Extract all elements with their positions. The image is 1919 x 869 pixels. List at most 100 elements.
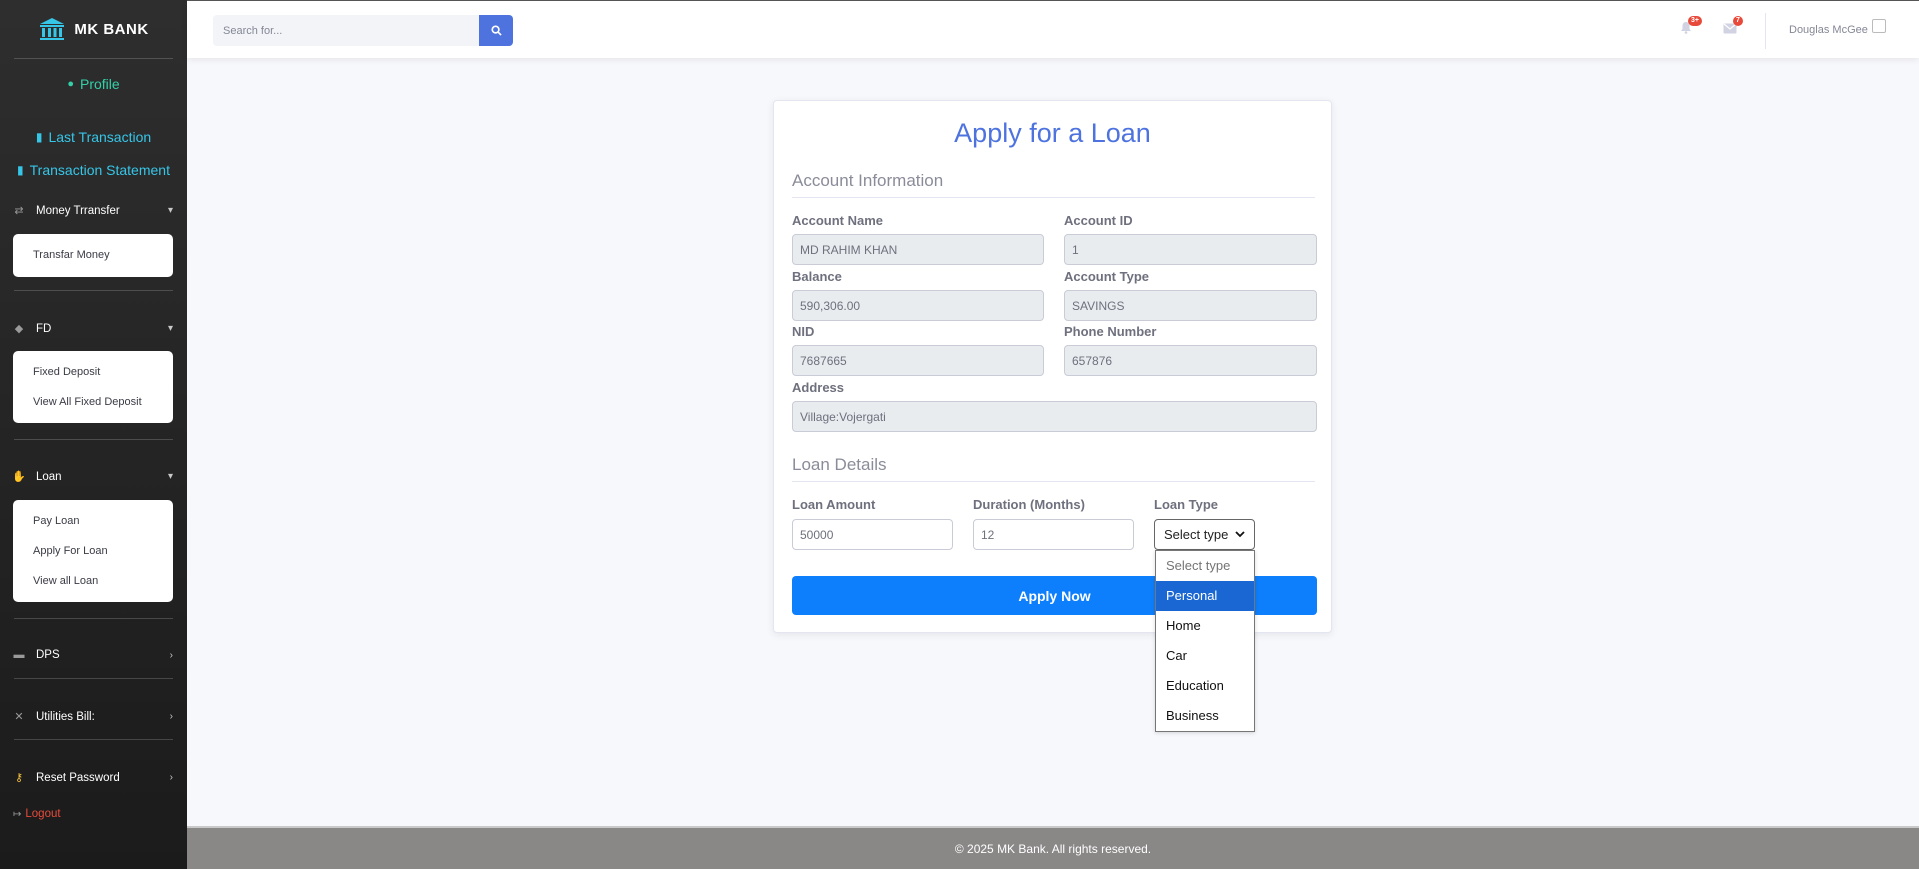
- divider: [14, 739, 173, 740]
- submenu-item-view-all-loan[interactable]: View all Loan: [13, 566, 173, 596]
- balance-field: 590,306.00: [792, 290, 1044, 321]
- search-input[interactable]: [213, 15, 479, 46]
- file-icon: ▮: [17, 163, 24, 177]
- chevron-down-icon: ▾: [167, 205, 173, 216]
- account-name-label: Account Name: [792, 213, 884, 228]
- alerts-button[interactable]: 3+: [1680, 16, 1702, 39]
- loan-amount-input[interactable]: 50000: [792, 519, 953, 550]
- option-select-type[interactable]: Select type: [1156, 551, 1254, 581]
- sidebar-item-loan[interactable]: ✋ Loan ▾: [12, 470, 173, 484]
- tools-icon: ✕: [14, 711, 24, 723]
- chevron-right-icon: ›: [169, 711, 173, 722]
- brand-name: MK BANK: [74, 20, 149, 38]
- divider: [14, 439, 173, 440]
- chevron-right-icon: ›: [169, 772, 173, 783]
- divider: [14, 678, 173, 679]
- money-transfer-submenu: Transfar Money: [13, 234, 173, 277]
- search-button[interactable]: [479, 15, 513, 46]
- sidebar-item-label: Transaction Statement: [29, 162, 170, 178]
- search-bar: [213, 15, 513, 46]
- user-name[interactable]: Douglas McGee: [1789, 24, 1868, 36]
- sidebar-item-transaction-statement[interactable]: ▮ Transaction Statement: [0, 162, 187, 178]
- loan-type-value: Select type: [1164, 527, 1229, 542]
- option-home[interactable]: Home: [1156, 611, 1254, 641]
- nid-label: NID: [792, 324, 815, 339]
- loan-submenu: Pay Loan Apply For Loan View all Loan: [13, 500, 173, 602]
- sidebar-item-label: DPS: [36, 649, 60, 661]
- loan-type-select[interactable]: Select type: [1154, 519, 1255, 550]
- sidebar-item-money-transfer[interactable]: ⇄ Money Trransfer ▾: [12, 204, 173, 218]
- submenu-item-view-all-fixed-deposit[interactable]: View All Fixed Deposit: [13, 387, 173, 417]
- loan-details-heading: Loan Details: [792, 455, 1315, 482]
- submenu-item-transfer-money[interactable]: Transfar Money: [13, 240, 173, 270]
- account-type-label: Account Type: [1064, 269, 1149, 284]
- sidebar-item-label: Last Transaction: [48, 129, 152, 145]
- address-field: Village:Vojergati: [792, 401, 1317, 432]
- duration-input[interactable]: 12: [973, 519, 1134, 550]
- alerts-badge: 3+: [1688, 16, 1702, 26]
- logout-link[interactable]: ↦ Logout: [13, 808, 61, 820]
- search-icon: [490, 25, 502, 36]
- submenu-item-pay-loan[interactable]: Pay Loan: [13, 506, 173, 536]
- sidebar-item-dps[interactable]: ▬ DPS ›: [12, 649, 174, 661]
- sidebar-item-label: Reset Password: [36, 771, 120, 784]
- chevron-right-icon: ›: [169, 649, 173, 661]
- sidebar-item-fd[interactable]: ◆ FD ▾: [12, 322, 173, 336]
- wallet-icon: ▬: [13, 649, 25, 661]
- copyright-text: © 2025 MK Bank. All rights reserved.: [954, 841, 1152, 856]
- balance-label: Balance: [792, 269, 842, 284]
- sidebar-item-label: Money Trransfer: [36, 204, 120, 217]
- divider: [14, 618, 173, 619]
- nid-field: 7687665: [792, 345, 1044, 376]
- option-education[interactable]: Education: [1156, 671, 1254, 701]
- brand[interactable]: MK BANK: [0, 0, 187, 58]
- account-id-field: 1: [1064, 234, 1317, 265]
- file-icon: ▮: [35, 130, 43, 144]
- address-label: Address: [792, 380, 845, 395]
- chevron-down-icon: ▾: [167, 323, 173, 334]
- fd-submenu: Fixed Deposit View All Fixed Deposit: [13, 351, 173, 423]
- account-name-field: MD RAHIM KHAN: [792, 234, 1044, 265]
- loan-type-label: Loan Type: [1154, 497, 1219, 512]
- phone-label: Phone Number: [1064, 324, 1157, 339]
- submenu-item-fixed-deposit[interactable]: Fixed Deposit: [13, 357, 173, 387]
- sidebar-item-last-transaction[interactable]: ▮ Last Transaction: [0, 129, 187, 145]
- account-information-heading: Account Information: [792, 171, 1315, 198]
- option-business[interactable]: Business: [1156, 701, 1254, 731]
- duration-label: Duration (Months): [973, 497, 1085, 512]
- piggy-bank-icon: ◆: [14, 323, 24, 335]
- option-car[interactable]: Car: [1156, 641, 1254, 671]
- key-icon: ⚷: [14, 772, 24, 784]
- exchange-icon: ⇄: [14, 205, 24, 217]
- sidebar-item-profile[interactable]: ● Profile: [0, 76, 187, 92]
- sign-out-icon: ↦: [13, 808, 22, 820]
- option-personal[interactable]: Personal: [1156, 581, 1254, 611]
- user-circle-icon: ●: [67, 78, 74, 90]
- sidebar-item-label: FD: [36, 322, 52, 335]
- divider: [14, 58, 173, 59]
- sidebar: MK BANK ● Profile ▮ Last Transaction ▮ T…: [0, 0, 187, 869]
- avatar[interactable]: [1872, 19, 1886, 33]
- sidebar-item-reset-password[interactable]: ⚷ Reset Password ›: [12, 771, 173, 785]
- sidebar-item-utilities-bill[interactable]: ✕ Utilities Bill: ›: [12, 710, 173, 724]
- loan-type-dropdown: Select type Personal Home Car Education …: [1155, 550, 1255, 732]
- messages-badge: 7: [1733, 16, 1743, 26]
- footer: © 2025 MK Bank. All rights reserved.: [187, 826, 1919, 869]
- phone-field: 657876: [1064, 345, 1317, 376]
- hand-holding-icon: ✋: [12, 471, 26, 483]
- chevron-down-icon: ▾: [167, 471, 173, 482]
- chevron-down-icon: [1235, 531, 1245, 538]
- sidebar-item-label: Profile: [79, 76, 120, 92]
- account-id-label: Account ID: [1064, 213, 1133, 228]
- sidebar-item-label: Utilities Bill:: [36, 710, 95, 723]
- messages-button[interactable]: 7: [1723, 16, 1743, 39]
- topbar-divider: [1765, 13, 1766, 49]
- page-title: Apply for a Loan: [954, 118, 1151, 148]
- loan-amount-label: Loan Amount: [792, 497, 876, 512]
- submenu-item-apply-for-loan[interactable]: Apply For Loan: [13, 536, 173, 566]
- bank-icon: [40, 18, 65, 40]
- topbar: 3+ 7 Douglas McGee: [187, 0, 1919, 58]
- sidebar-item-label: Loan: [36, 470, 62, 483]
- divider: [14, 290, 173, 291]
- logout-label: Logout: [25, 808, 61, 820]
